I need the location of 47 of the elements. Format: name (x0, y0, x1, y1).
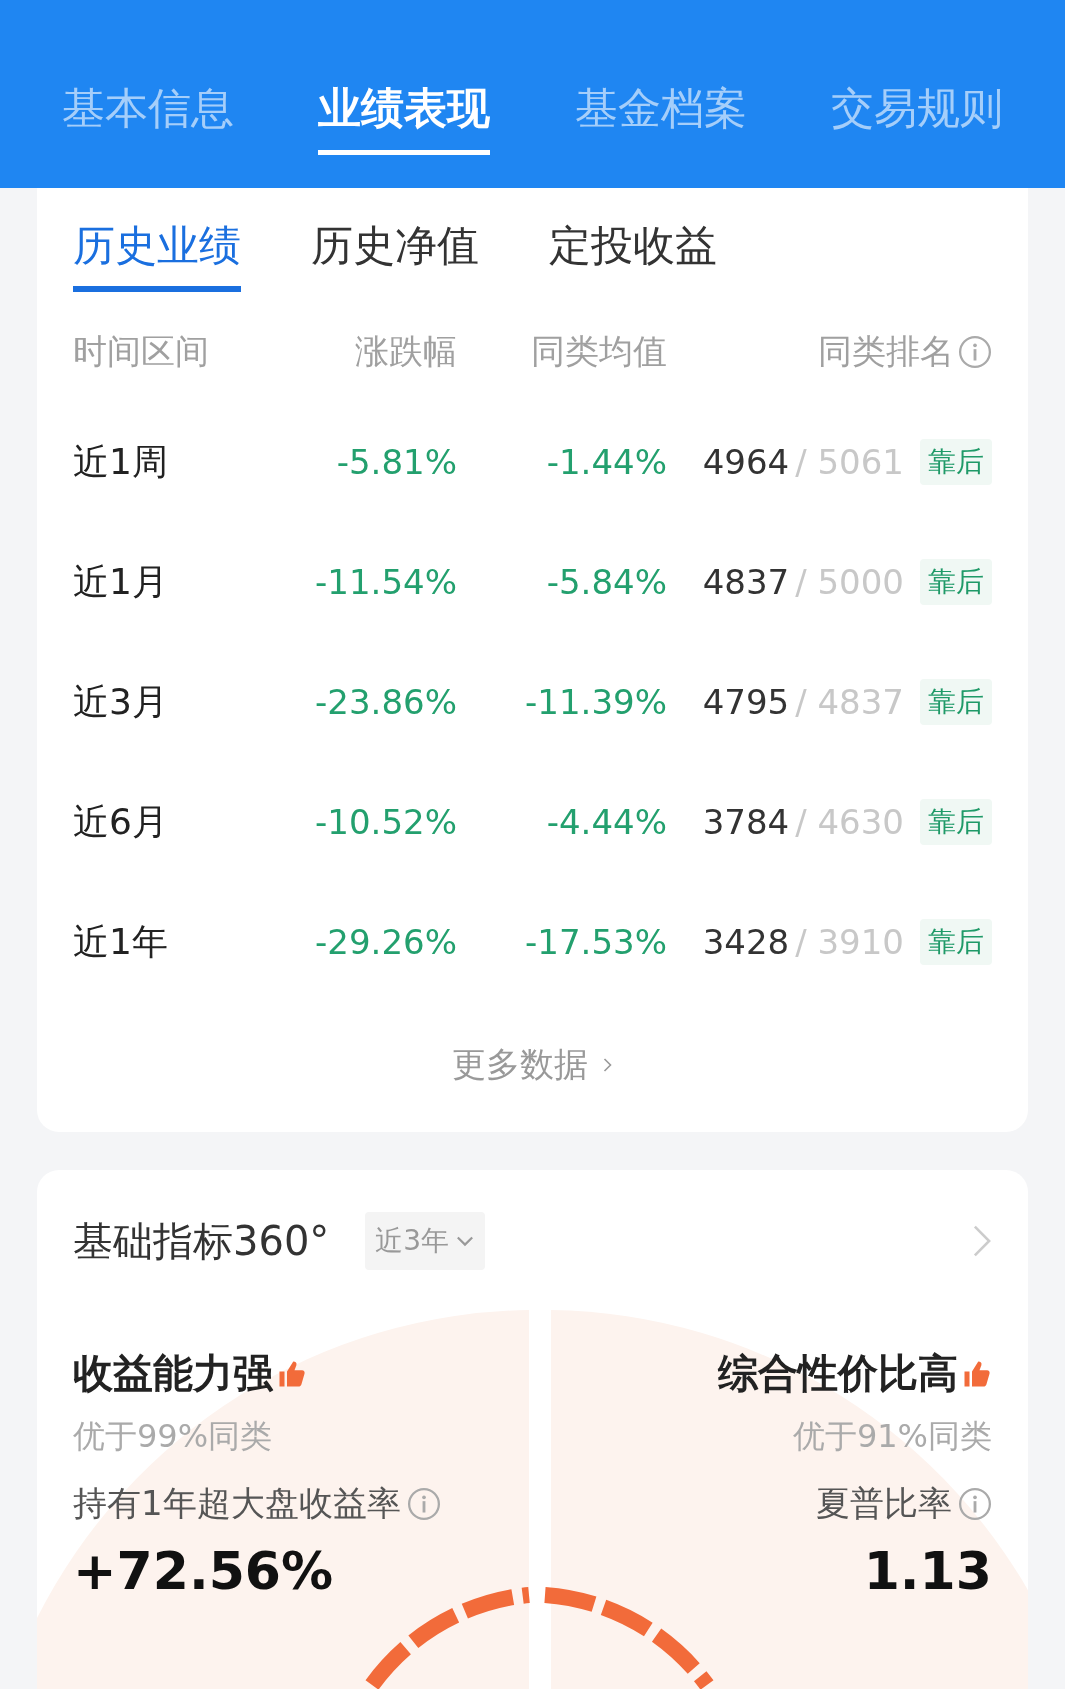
average-value: -1.44% (546, 442, 667, 482)
metric-subtext: 优于99%同类 (73, 1416, 274, 1457)
metric-label: 夏普比率 (816, 1482, 952, 1525)
period-dropdown[interactable]: 近3年 (365, 1212, 486, 1270)
metric-heading: 收益能力强 (73, 1349, 273, 1398)
change-value: -23.86% (315, 682, 457, 722)
average-value: -17.53% (525, 922, 667, 962)
average-value: -4.44% (546, 802, 667, 842)
rank-badge: 靠后 (920, 559, 992, 605)
top-tab[interactable]: 基金档案 (574, 80, 747, 155)
column-header: 同类排名 (818, 330, 954, 373)
card-title: 基础指标360° (73, 1216, 330, 1266)
top-tab[interactable]: 基本信息 (62, 80, 235, 155)
period-label: 近3月 (73, 680, 168, 722)
rank-value: 4964 (702, 442, 790, 482)
rank-badge: 靠后 (920, 919, 992, 965)
period-label: 近6月 (73, 800, 168, 842)
period-label: 近1周 (73, 440, 168, 482)
metric-value: 1.13 (863, 1541, 992, 1601)
sub-tab[interactable]: 历史业绩 (73, 218, 241, 292)
column-header: 时间区间 (73, 330, 209, 373)
change-value: -10.52% (315, 802, 457, 842)
rank-value: 3428 (702, 922, 790, 962)
metric-label: 持有1年超大盘收益率 (73, 1482, 401, 1525)
rank-badge: 靠后 (920, 439, 992, 485)
change-value: -5.81% (336, 442, 457, 482)
metric-heading: 综合性价比高 (718, 1349, 958, 1398)
change-value: -11.54% (315, 562, 457, 602)
sub-tab[interactable]: 定投收益 (549, 218, 717, 292)
average-value: -5.84% (546, 562, 667, 602)
metric-subtext: 优于91%同类 (792, 1416, 992, 1457)
change-value: -29.26% (315, 922, 457, 962)
period-label: 近1年 (73, 920, 168, 962)
sub-tab[interactable]: 历史净值 (311, 218, 479, 292)
average-value: -11.39% (525, 682, 667, 722)
period-label: 近1月 (73, 560, 168, 602)
rank-value: 4795 (702, 682, 790, 722)
rank-badge: 靠后 (920, 679, 992, 725)
more-data-link[interactable]: 更多数据 (452, 1042, 613, 1088)
column-header: 同类均值 (531, 330, 667, 373)
top-tab[interactable]: 交易规则 (830, 80, 1003, 155)
top-tab[interactable]: 业绩表现 (318, 80, 491, 155)
column-header: 涨跌幅 (355, 330, 457, 373)
rank-value: 3784 (702, 802, 790, 842)
rank-value: 4837 (702, 562, 790, 602)
metric-value: +72.56% (73, 1541, 335, 1601)
rank-badge: 靠后 (920, 799, 992, 845)
